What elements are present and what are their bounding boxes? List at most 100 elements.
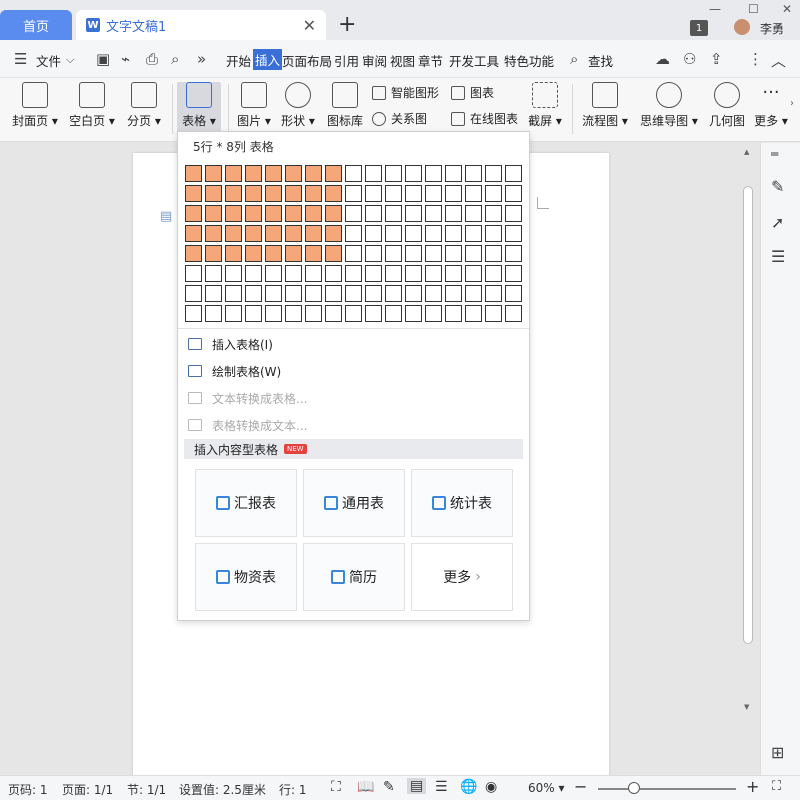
grid-cell[interactable] [245, 165, 262, 182]
grid-cell[interactable] [285, 185, 302, 202]
grid-cell[interactable] [205, 165, 222, 182]
grid-cell[interactable] [325, 245, 342, 262]
cover-page-button[interactable]: 封面页 ▾ [12, 82, 58, 129]
grid-cell[interactable] [405, 245, 422, 262]
grid-cell[interactable] [345, 245, 362, 262]
grid-cell[interactable] [225, 305, 242, 322]
grid-cell[interactable] [485, 285, 502, 302]
grid-cell[interactable] [325, 285, 342, 302]
grid-cell[interactable] [225, 165, 242, 182]
minimize-icon[interactable]: — [709, 2, 721, 16]
fit-page-icon[interactable]: ⛶ [772, 779, 781, 794]
more-button[interactable]: ··· 更多 ▾ [754, 82, 788, 129]
grid-cell[interactable] [285, 205, 302, 222]
zoom-in-icon[interactable]: + [746, 777, 759, 796]
page-view-icon[interactable]: ▤ [407, 778, 427, 794]
grid-cell[interactable] [185, 245, 202, 262]
tab-page-layout[interactable]: 页面布局 [282, 51, 332, 70]
grid-cell[interactable] [225, 185, 242, 202]
close-window-icon[interactable]: ✕ [782, 2, 792, 16]
grid-cell[interactable] [385, 245, 402, 262]
materials-table-card[interactable]: 物资表 [195, 543, 297, 611]
grid-cell[interactable] [505, 185, 522, 202]
grid-cell[interactable] [245, 305, 262, 322]
tab-view[interactable]: 视图 [390, 51, 415, 70]
grid-cell[interactable] [425, 245, 442, 262]
grid-cell[interactable] [325, 225, 342, 242]
grid-cell[interactable] [305, 245, 322, 262]
mindmap-button[interactable]: 思维导图 ▾ [640, 82, 698, 129]
grid-cell[interactable] [185, 265, 202, 282]
grid-cell[interactable] [265, 185, 282, 202]
outline-view-icon[interactable]: ☰ [435, 779, 448, 795]
resume-card[interactable]: 简历 [303, 543, 405, 611]
grid-cell[interactable] [345, 225, 362, 242]
pen-icon[interactable]: ✎ [771, 177, 784, 196]
grid-cell[interactable] [365, 285, 382, 302]
grid-cell[interactable] [305, 165, 322, 182]
draw-table-item[interactable]: 绘制表格(W) [188, 360, 281, 382]
select-cursor-icon[interactable]: ➚ [771, 213, 784, 232]
tab-review[interactable]: 审阅 [362, 51, 387, 70]
chart-button[interactable]: 图表 [451, 84, 494, 101]
grid-cell[interactable] [345, 305, 362, 322]
grid-cell[interactable] [405, 305, 422, 322]
web-view-icon[interactable]: 🌐 [460, 779, 477, 795]
grid-cell[interactable] [185, 185, 202, 202]
grid-cell[interactable] [465, 245, 482, 262]
general-table-card[interactable]: 通用表 [303, 469, 405, 537]
scrollbar-thumb[interactable] [743, 186, 753, 644]
scroll-down-icon[interactable]: ▼ [744, 703, 749, 711]
grid-cell[interactable] [285, 165, 302, 182]
grid-cell[interactable] [245, 225, 262, 242]
grid-cell[interactable] [305, 225, 322, 242]
blank-page-button[interactable]: 空白页 ▾ [69, 82, 115, 129]
scroll-up-icon[interactable]: ▲ [744, 148, 749, 156]
grid-cell[interactable] [485, 265, 502, 282]
grid-cell[interactable] [385, 165, 402, 182]
chevron-down-icon[interactable]: ⌵ [66, 53, 74, 67]
grid-cell[interactable] [445, 165, 462, 182]
grid-cell[interactable] [485, 165, 502, 182]
setting-value[interactable]: 设置值: 2.5厘米 [179, 781, 266, 798]
grid-cell[interactable] [385, 265, 402, 282]
grid-cell[interactable] [505, 165, 522, 182]
tab-home[interactable]: 首页 [0, 10, 72, 40]
grid-cell[interactable] [445, 185, 462, 202]
online-chart-button[interactable]: 在线图表 [451, 110, 518, 127]
more-options-icon[interactable]: ⋮ [748, 50, 763, 68]
grid-cell[interactable] [445, 245, 462, 262]
statistics-table-card[interactable]: 统计表 [411, 469, 513, 537]
grid-cell[interactable] [385, 225, 402, 242]
print-icon[interactable]: ⎙ [146, 50, 158, 68]
grid-cell[interactable] [205, 265, 222, 282]
grid-cell[interactable] [405, 165, 422, 182]
grid-cell[interactable] [285, 285, 302, 302]
grid-cell[interactable] [365, 245, 382, 262]
grid-cell[interactable] [385, 185, 402, 202]
grid-cell[interactable] [265, 225, 282, 242]
grid-cell[interactable] [505, 305, 522, 322]
grid-cell[interactable] [265, 205, 282, 222]
grid-cell[interactable] [305, 265, 322, 282]
grid-cell[interactable] [205, 205, 222, 222]
close-tab-icon[interactable]: ✕ [303, 16, 316, 35]
tab-document[interactable]: W 文字文稿1 ✕ [76, 10, 326, 40]
grid-cell[interactable] [305, 205, 322, 222]
grid-cell[interactable] [265, 265, 282, 282]
search-label[interactable]: 查找 [588, 51, 613, 70]
grid-cell[interactable] [205, 305, 222, 322]
share-icon[interactable]: ⇪ [710, 50, 723, 68]
grid-cell[interactable] [445, 265, 462, 282]
grid-cell[interactable] [425, 205, 442, 222]
grid-cell[interactable] [285, 305, 302, 322]
grid-cell[interactable] [185, 305, 202, 322]
grid-cell[interactable] [485, 185, 502, 202]
section-count[interactable]: 节: 1/1 [127, 781, 166, 798]
fullscreen-icon[interactable]: ⛶ [331, 779, 341, 795]
grid-cell[interactable] [305, 285, 322, 302]
hamburger-menu-icon[interactable]: ☰ [14, 50, 27, 68]
apps-grid-icon[interactable]: ⊞ [771, 743, 784, 762]
vertical-scrollbar[interactable]: ▲ ▼ [741, 148, 755, 768]
collapse-ribbon-icon[interactable]: ︿ [771, 50, 786, 71]
